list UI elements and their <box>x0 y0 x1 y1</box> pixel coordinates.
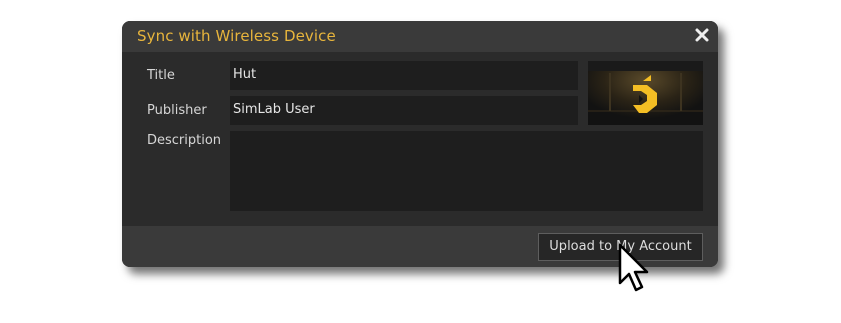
description-field[interactable] <box>230 131 703 211</box>
description-label: Description <box>147 133 222 148</box>
simlab-logo-icon <box>588 61 703 125</box>
sync-dialog: Sync with Wireless Device Title Hut Publ… <box>122 21 718 267</box>
arrow-cursor-icon <box>618 243 649 292</box>
model-thumbnail <box>588 61 703 125</box>
dialog-title: Sync with Wireless Device <box>137 27 336 45</box>
title-field[interactable]: Hut <box>230 61 578 90</box>
dialog-titlebar: Sync with Wireless Device <box>122 21 718 52</box>
close-icon[interactable] <box>694 27 710 43</box>
publisher-label: Publisher <box>147 103 207 118</box>
publisher-field[interactable]: SimLab User <box>230 96 578 125</box>
title-label: Title <box>147 68 175 83</box>
